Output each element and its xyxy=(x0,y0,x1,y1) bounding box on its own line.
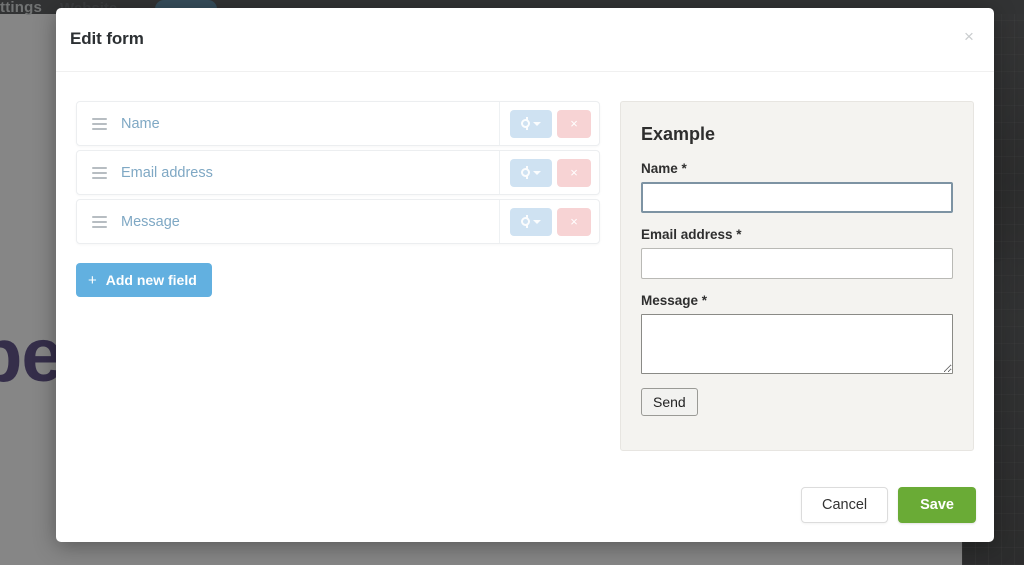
add-new-field-label: Add new field xyxy=(105,272,197,288)
example-title: Example xyxy=(641,124,716,144)
field-list: Name × Email address × Message × + Add n… xyxy=(76,101,600,468)
example-preview-panel: Example Name * Email address * Message *… xyxy=(620,101,974,451)
field-label-input[interactable]: Name xyxy=(121,116,499,132)
preview-label-email: Email address * xyxy=(641,227,742,242)
plus-icon: + xyxy=(88,271,97,289)
cancel-button[interactable]: Cancel xyxy=(800,487,889,523)
preview-textarea-message[interactable] xyxy=(641,314,953,374)
chevron-down-icon xyxy=(533,170,541,175)
gear-icon xyxy=(521,215,530,228)
drag-handle-icon[interactable] xyxy=(77,122,121,125)
modal-footer: Cancel Save xyxy=(56,468,994,542)
gear-icon xyxy=(521,166,530,179)
preview-label-name: Name * xyxy=(641,161,687,176)
remove-field-button[interactable]: × xyxy=(557,158,591,187)
add-new-field-button[interactable]: + Add new field xyxy=(76,263,212,297)
remove-field-button[interactable]: × xyxy=(557,109,591,138)
field-row-actions: × xyxy=(499,200,599,243)
field-row[interactable]: Message × xyxy=(76,199,600,244)
remove-field-button[interactable]: × xyxy=(557,207,591,236)
preview-send-button[interactable]: Send xyxy=(641,388,698,416)
field-label-input[interactable]: Email address xyxy=(121,165,499,181)
gear-icon xyxy=(521,117,530,130)
preview-input-name[interactable] xyxy=(641,182,953,213)
save-button[interactable]: Save xyxy=(898,487,976,523)
field-row[interactable]: Email address × xyxy=(76,150,600,195)
field-row-actions: × xyxy=(499,102,599,145)
field-label-input[interactable]: Message xyxy=(121,214,499,230)
chevron-down-icon xyxy=(533,121,541,126)
close-icon[interactable]: × xyxy=(958,26,980,48)
drag-handle-icon[interactable] xyxy=(77,171,121,174)
gear-icon-dropdown-button[interactable] xyxy=(510,158,552,187)
gear-icon-dropdown-button[interactable] xyxy=(510,109,552,138)
drag-handle-icon[interactable] xyxy=(77,220,121,223)
preview-input-email[interactable] xyxy=(641,248,953,279)
edit-form-modal: Edit form × Name × Email address × Messa… xyxy=(56,8,994,542)
modal-body: Name × Email address × Message × + Add n… xyxy=(56,73,994,468)
modal-header: Edit form × xyxy=(56,8,994,72)
preview-label-message: Message * xyxy=(641,293,708,308)
page-title: Edit form xyxy=(70,29,144,48)
field-row-actions: × xyxy=(499,151,599,194)
chevron-down-icon xyxy=(533,219,541,224)
field-row[interactable]: Name × xyxy=(76,101,600,146)
gear-icon-dropdown-button[interactable] xyxy=(510,207,552,236)
